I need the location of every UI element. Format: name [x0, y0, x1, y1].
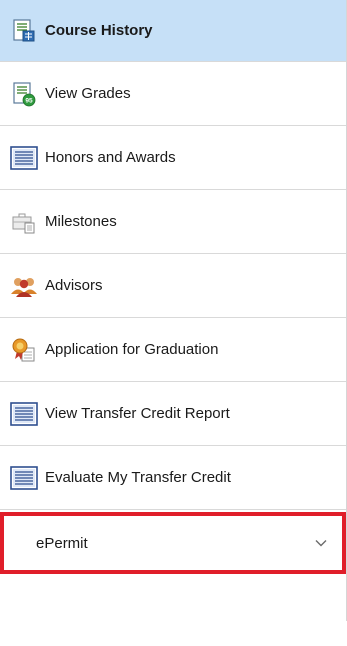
- sidebar-item-label: Honors and Awards: [45, 149, 176, 166]
- svg-text:95: 95: [25, 97, 33, 104]
- sidebar-item-application-for-graduation[interactable]: Application for Graduation: [0, 318, 346, 382]
- sidebar-item-advisors[interactable]: Advisors: [0, 254, 346, 318]
- sidebar-item-epermit[interactable]: ePermit: [0, 512, 346, 574]
- sidebar-item-milestones[interactable]: Milestones: [0, 190, 346, 254]
- course-history-icon: [9, 16, 39, 46]
- sidebar-item-honors-and-awards[interactable]: Honors and Awards: [0, 126, 346, 190]
- sidebar-item-label: ePermit: [36, 534, 88, 552]
- sidebar-item-label: Advisors: [45, 277, 103, 294]
- document-list-icon: [9, 143, 39, 173]
- sidebar-item-view-transfer-credit-report[interactable]: View Transfer Credit Report: [0, 382, 346, 446]
- sidebar-item-label: Application for Graduation: [45, 341, 219, 358]
- sidebar-item-label: View Transfer Credit Report: [45, 405, 230, 422]
- document-list-icon: [9, 399, 39, 429]
- sidebar-nav: Course History 95 View Grades Honors and…: [0, 0, 347, 621]
- graduation-ribbon-icon: [9, 335, 39, 365]
- chevron-down-icon[interactable]: [314, 536, 328, 550]
- sidebar-item-view-grades[interactable]: 95 View Grades: [0, 62, 346, 126]
- sidebar-item-evaluate-my-transfer-credit[interactable]: Evaluate My Transfer Credit: [0, 446, 346, 510]
- sidebar-item-label: Evaluate My Transfer Credit: [45, 469, 231, 486]
- sidebar-item-label: View Grades: [45, 85, 131, 102]
- advisors-icon: [9, 271, 39, 301]
- sidebar-empty-space: [0, 574, 346, 646]
- sidebar-item-label: Course History: [45, 22, 153, 39]
- sidebar-item-label: Milestones: [45, 213, 117, 230]
- document-list-icon: [9, 463, 39, 493]
- milestones-icon: [9, 207, 39, 237]
- view-grades-icon: 95: [9, 79, 39, 109]
- sidebar-item-course-history[interactable]: Course History: [0, 0, 346, 62]
